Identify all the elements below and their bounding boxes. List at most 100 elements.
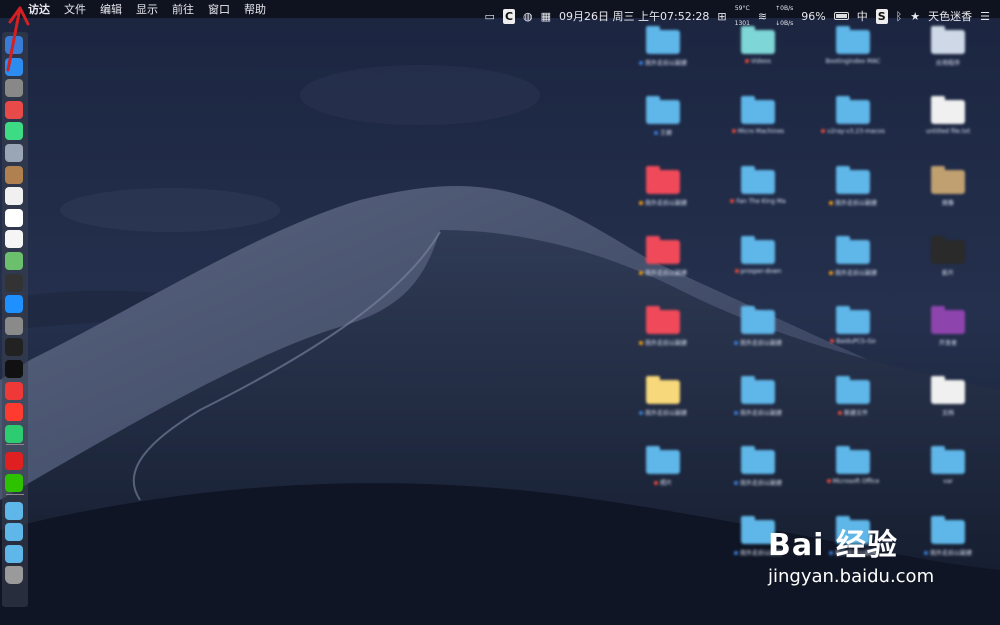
desktop-item[interactable]: Fan The King Ma bbox=[718, 166, 798, 205]
app-red-icon[interactable] bbox=[5, 100, 23, 119]
globe-icon[interactable]: ◍ bbox=[523, 9, 533, 24]
s-app-icon[interactable]: S bbox=[875, 8, 888, 24]
vivaldi-icon[interactable] bbox=[5, 381, 23, 400]
folder-icon bbox=[836, 26, 870, 54]
desktop-item-label: 我外走后以副建 bbox=[623, 198, 703, 207]
android-icon[interactable] bbox=[5, 122, 23, 141]
desktop-item-label: 我外走后以副建 bbox=[623, 408, 703, 417]
desktop-item[interactable]: 我外走后以副建 bbox=[623, 306, 703, 347]
terminal2-icon[interactable] bbox=[5, 360, 23, 378]
desktop-item-text: 我外走后以副建 bbox=[739, 410, 782, 417]
tag-dot bbox=[821, 129, 826, 133]
display-icon[interactable]: ▭ bbox=[485, 9, 495, 24]
desktop-item-text: 我外走后以副建 bbox=[929, 550, 972, 557]
maps-icon[interactable] bbox=[5, 252, 23, 270]
star-icon[interactable]: ★ bbox=[910, 9, 920, 24]
tag-dot bbox=[734, 269, 739, 273]
desktop-item[interactable]: 我外走后以副建 bbox=[623, 376, 703, 417]
folder-icon bbox=[836, 446, 870, 474]
desktop-item[interactable]: v2ray-v3.23-macos bbox=[813, 96, 893, 135]
calendar-icon[interactable]: ▦ bbox=[541, 9, 551, 24]
desktop-item[interactable]: 新建文件 bbox=[813, 376, 893, 417]
desktop-item-label: 我外走后以副建 bbox=[813, 198, 893, 207]
yandex-icon[interactable] bbox=[5, 403, 23, 422]
terminal-icon[interactable] bbox=[5, 273, 23, 292]
system-prefs-icon[interactable] bbox=[5, 316, 23, 335]
desktop-item-text: untitled file.txt bbox=[925, 128, 971, 135]
netease-icon[interactable] bbox=[5, 452, 23, 471]
desktop-item[interactable]: 我外走后以副建 bbox=[718, 306, 798, 347]
menu-item-view[interactable]: 显示 bbox=[136, 2, 158, 17]
folder-icon bbox=[646, 96, 680, 124]
desktop-item[interactable]: Bootingindex MAC bbox=[813, 26, 893, 65]
notes-icon[interactable] bbox=[5, 165, 23, 184]
folder-icon bbox=[931, 306, 965, 334]
baidu-watermark: Bai 经验 jingyan.baidu.com bbox=[768, 520, 934, 587]
desktop-item-label: Fan The King Ma bbox=[718, 198, 798, 205]
tag-dot bbox=[828, 271, 833, 275]
trash-icon[interactable] bbox=[5, 566, 23, 585]
tag-dot bbox=[638, 201, 643, 205]
bluetooth-icon[interactable]: ᛒ bbox=[896, 9, 903, 24]
reminders-icon[interactable] bbox=[5, 208, 23, 227]
desktop-item[interactable]: 影片 bbox=[908, 236, 988, 277]
menu-item-file[interactable]: 文件 bbox=[64, 2, 86, 17]
desktop-item[interactable]: 照片 bbox=[623, 446, 703, 487]
battery-percent[interactable]: 96% bbox=[801, 9, 825, 24]
desktop-item-label: Bootingindex MAC bbox=[813, 58, 893, 65]
menu-item-go[interactable]: 前往 bbox=[172, 2, 194, 17]
wechat-icon[interactable] bbox=[5, 474, 23, 492]
desktop-item-label: 新建文件 bbox=[813, 408, 893, 417]
menu-bar: 访达 文件 编辑 显示 前往 窗口 帮助 ▭ C ◍ ▦ 09月26日 周三 上… bbox=[0, 0, 1000, 27]
input-method[interactable]: 中 bbox=[857, 9, 868, 24]
notification-center-icon[interactable]: ☰ bbox=[980, 9, 990, 24]
desktop-item[interactable]: 我外走后以副建 bbox=[813, 166, 893, 207]
battery-icon[interactable] bbox=[833, 12, 849, 20]
red-arrow-annotation bbox=[6, 6, 30, 72]
desktop-item-label: 我外走后以副建 bbox=[623, 268, 703, 277]
desktop-item[interactable]: 我外走后以副建 bbox=[623, 236, 703, 277]
folder1-icon[interactable] bbox=[5, 501, 23, 520]
desktop-item[interactable]: BaiduPCS-Go bbox=[813, 306, 893, 345]
folder3-icon[interactable] bbox=[5, 544, 23, 563]
user-name[interactable]: 天色迷香 bbox=[928, 9, 972, 24]
network-speed[interactable]: ↑0B/s ↓0B/s bbox=[775, 1, 793, 31]
appstore-icon[interactable] bbox=[5, 295, 23, 314]
desktop-item[interactable]: Micro Machines bbox=[718, 96, 798, 135]
desktop-item[interactable]: Videos bbox=[718, 26, 798, 65]
activity-monitor-icon[interactable] bbox=[5, 338, 23, 357]
menu-item-window[interactable]: 窗口 bbox=[208, 2, 230, 17]
datetime-text[interactable]: 09月26日 周三 上午07:52:28 bbox=[559, 9, 709, 24]
desktop-item[interactable]: 我外走后以副建 bbox=[718, 376, 798, 417]
launchpad-icon[interactable] bbox=[5, 79, 23, 98]
menu-item-edit[interactable]: 编辑 bbox=[100, 2, 122, 17]
desktop-item[interactable]: 我外走后以副建 bbox=[813, 236, 893, 277]
menu-item-help[interactable]: 帮助 bbox=[244, 2, 266, 17]
desktop-item-text: Micro Machines bbox=[737, 128, 785, 135]
desktop-item[interactable]: 开发者 bbox=[908, 306, 988, 347]
desktop-item[interactable]: untitled file.txt bbox=[908, 96, 988, 135]
grid-icon[interactable]: ⊞ bbox=[717, 9, 726, 24]
wifi-icon[interactable]: ≋ bbox=[758, 9, 767, 24]
desktop-item[interactable]: 我外走后以副建 bbox=[623, 26, 703, 67]
desktop-item[interactable]: 应用程序 bbox=[908, 26, 988, 67]
calendar-icon[interactable] bbox=[5, 187, 23, 206]
c-app-icon[interactable]: C bbox=[502, 8, 516, 24]
folder2-icon[interactable] bbox=[5, 523, 23, 542]
folder-icon bbox=[646, 166, 680, 194]
desktop-item[interactable]: prosper-down bbox=[718, 236, 798, 275]
desktop-item[interactable]: 图像 bbox=[908, 166, 988, 207]
folder-icon bbox=[646, 446, 680, 474]
preview-icon[interactable] bbox=[5, 144, 23, 162]
desktop-item[interactable]: 文档 bbox=[908, 376, 988, 417]
folder-icon bbox=[741, 446, 775, 474]
desktop-item[interactable]: 我外走后以副建 bbox=[623, 166, 703, 207]
tag-dot bbox=[837, 411, 842, 415]
desktop-item[interactable]: 王卿 bbox=[623, 96, 703, 137]
desktop-item[interactable]: Microsoft Office bbox=[813, 446, 893, 485]
desktop-item[interactable]: var bbox=[908, 446, 988, 485]
desktop-item[interactable]: 我外走后以副建 bbox=[718, 446, 798, 487]
app-green-icon[interactable] bbox=[5, 424, 23, 443]
list-icon[interactable] bbox=[5, 230, 23, 249]
folder-icon bbox=[646, 306, 680, 334]
